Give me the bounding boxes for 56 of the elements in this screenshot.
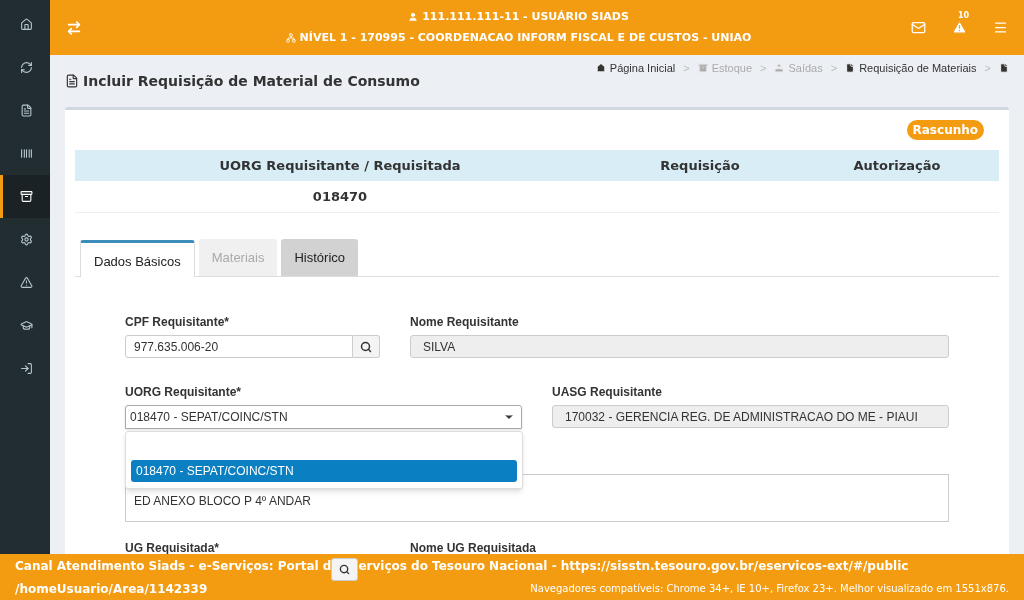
swap-icon[interactable]: [66, 19, 82, 36]
user-icon: [408, 11, 419, 22]
uasg-input[interactable]: 170032 - GERENCIA REG. DE ADMINISTRACAO DO ME - PIAUI: [552, 405, 949, 428]
field-label: CPF Requisitante*: [125, 314, 230, 331]
search-button[interactable]: [331, 558, 359, 581]
warning-icon[interactable]: [952, 20, 967, 35]
breadcrumb-separator: >: [830, 61, 838, 76]
breadcrumb-separator: >: [760, 61, 767, 76]
address-textarea[interactable]: ED ANEXO BLOCO P 4º ANDAR: [125, 474, 949, 522]
search-button[interactable]: [353, 335, 380, 358]
table-cell-text: 018470: [311, 187, 369, 206]
field-label: UG Requisitada*: [125, 540, 221, 554]
archive-icon: [20, 190, 33, 203]
user-name: 111.111.111-11 - USUÁRIO SIADS: [422, 8, 629, 25]
column-header: UORG Requisitante / Requisitada: [218, 156, 462, 175]
breadcrumb-separator: >: [683, 61, 690, 76]
tab[interactable]: Histórico: [281, 239, 359, 276]
document-icon: [20, 104, 33, 117]
alert-count: 10: [958, 10, 970, 22]
home-icon: [20, 18, 33, 31]
user-level: NÍVEL 1 - 170995 - COORDENACAO INFORM FISCAL E DE CUSTOS - UNIAO: [299, 30, 752, 46]
upload-icon: [774, 63, 785, 74]
field-label: Nome Requisitante: [410, 314, 520, 331]
document-icon: [845, 63, 856, 74]
field-label: UASG Requisitante: [552, 384, 663, 401]
page-title: Incluir Requisição de Material de Consumo: [83, 71, 420, 91]
refresh-icon: [20, 61, 33, 74]
sign-in-icon: [20, 362, 33, 375]
home-icon: [595, 63, 606, 74]
field-label: UORG Requisitante*: [125, 384, 242, 401]
warning-icon: [20, 276, 33, 289]
hierarchy-icon: [285, 33, 296, 44]
search-icon: [339, 564, 351, 575]
breadcrumb-separator: >: [984, 61, 991, 76]
uorg-select[interactable]: 018470 - SEPAT/COINC/STN: [125, 405, 522, 429]
graduation-cap-icon: [20, 319, 33, 332]
dropdown-option[interactable]: 018470 - SEPAT/COINC/STN: [131, 460, 517, 482]
status-badge: Rascunho: [906, 120, 984, 140]
name-input[interactable]: SILVA: [410, 335, 949, 358]
breadcrumb-link[interactable]: Página Inicial: [595, 60, 676, 77]
menu-icon[interactable]: [993, 20, 1008, 35]
sidebar-item[interactable]: [0, 175, 50, 218]
tab[interactable]: Dados Básicos: [80, 240, 195, 277]
browser-note: Navegadores compatíveis: Chrome 34+, IE 10+, Firefox 23+. Melhor visualizado em 1551x876.: [530, 582, 1009, 596]
mail-icon[interactable]: [911, 20, 926, 35]
column-header: Autorização: [852, 156, 942, 175]
breadcrumb-link[interactable]: Requisição de Materiais: [845, 60, 977, 77]
settings-icon: [20, 233, 33, 246]
document-icon: [65, 74, 79, 88]
barcode-icon: [20, 147, 33, 160]
cpf-input[interactable]: 977.635.006-20: [125, 335, 353, 358]
footer-text: Canal Atendimento Siads - e-Serviços: Portal d: [15, 557, 332, 575]
field-label: Nome UG Requisitada: [410, 540, 538, 554]
column-header: Requisição: [659, 156, 741, 175]
archive-icon: [697, 63, 708, 74]
search-icon: [360, 340, 372, 353]
